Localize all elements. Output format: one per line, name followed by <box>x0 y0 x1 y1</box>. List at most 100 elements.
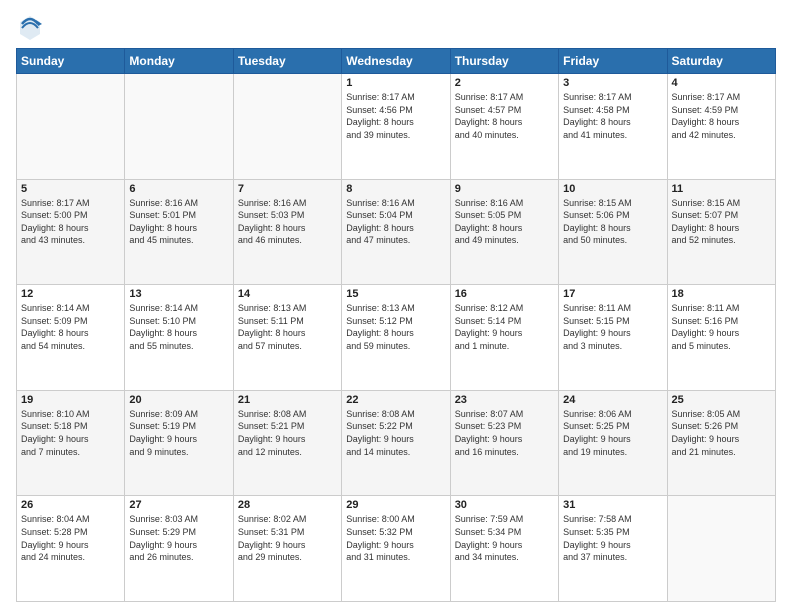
day-info: Sunrise: 8:16 AM Sunset: 5:04 PM Dayligh… <box>346 197 445 247</box>
day-header-thursday: Thursday <box>450 49 558 74</box>
calendar-cell: 9 Sunrise: 8:16 AM Sunset: 5:05 PM Daylig… <box>450 179 558 285</box>
day-number: 22 <box>346 394 445 406</box>
day-info: Sunrise: 8:17 AM Sunset: 5:00 PM Dayligh… <box>21 197 120 247</box>
day-number: 13 <box>129 288 228 300</box>
day-info: Sunrise: 8:13 AM Sunset: 5:11 PM Dayligh… <box>238 302 337 352</box>
day-number: 27 <box>129 499 228 511</box>
day-info: Sunrise: 8:00 AM Sunset: 5:32 PM Dayligh… <box>346 513 445 563</box>
day-info: Sunrise: 8:08 AM Sunset: 5:22 PM Dayligh… <box>346 408 445 458</box>
day-info: Sunrise: 8:08 AM Sunset: 5:21 PM Dayligh… <box>238 408 337 458</box>
calendar-cell: 31 Sunrise: 7:58 AM Sunset: 5:35 PM Dayli… <box>559 496 667 602</box>
calendar-cell: 22 Sunrise: 8:08 AM Sunset: 5:22 PM Dayli… <box>342 390 450 496</box>
calendar-cell: 1Sunrise: 8:17 AM Sunset: 4:56 PM Daylig… <box>342 74 450 180</box>
calendar-cell: 24 Sunrise: 8:06 AM Sunset: 5:25 PM Dayli… <box>559 390 667 496</box>
calendar-cell: 7Sunrise: 8:16 AM Sunset: 5:03 PM Daylig… <box>233 179 341 285</box>
day-header-monday: Monday <box>125 49 233 74</box>
day-info: Sunrise: 8:05 AM Sunset: 5:26 PM Dayligh… <box>672 408 771 458</box>
day-number: 19 <box>21 394 120 406</box>
calendar-cell <box>667 496 775 602</box>
day-number: 30 <box>455 499 554 511</box>
day-info: Sunrise: 8:17 AM Sunset: 4:59 PM Dayligh… <box>672 91 771 141</box>
day-header-friday: Friday <box>559 49 667 74</box>
calendar-cell: 3 Sunrise: 8:17 AM Sunset: 4:58 PM Daylig… <box>559 74 667 180</box>
day-number: 18 <box>672 288 771 300</box>
calendar-cell: 25 Sunrise: 8:05 AM Sunset: 5:26 PM Dayli… <box>667 390 775 496</box>
day-number: 29 <box>346 499 445 511</box>
day-info: Sunrise: 7:59 AM Sunset: 5:34 PM Dayligh… <box>455 513 554 563</box>
calendar-week-5: 26 Sunrise: 8:04 AM Sunset: 5:28 PM Dayli… <box>17 496 776 602</box>
day-number: 14 <box>238 288 337 300</box>
header <box>16 12 776 40</box>
day-info: Sunrise: 7:58 AM Sunset: 5:35 PM Dayligh… <box>563 513 662 563</box>
calendar-cell: 2Sunrise: 8:17 AM Sunset: 4:57 PM Daylig… <box>450 74 558 180</box>
day-number: 15 <box>346 288 445 300</box>
calendar-cell: 20 Sunrise: 8:09 AM Sunset: 5:19 PM Dayli… <box>125 390 233 496</box>
day-number: 20 <box>129 394 228 406</box>
day-number: 4 <box>672 77 771 89</box>
calendar-cell: 14 Sunrise: 8:13 AM Sunset: 5:11 PM Dayli… <box>233 285 341 391</box>
day-number: 24 <box>563 394 662 406</box>
day-number: 21 <box>238 394 337 406</box>
day-number: 10 <box>563 183 662 195</box>
day-info: Sunrise: 8:17 AM Sunset: 4:56 PM Dayligh… <box>346 91 445 141</box>
day-number: 11 <box>672 183 771 195</box>
calendar-cell: 21 Sunrise: 8:08 AM Sunset: 5:21 PM Dayli… <box>233 390 341 496</box>
calendar-cell: 15 Sunrise: 8:13 AM Sunset: 5:12 PM Dayli… <box>342 285 450 391</box>
calendar-cell <box>125 74 233 180</box>
calendar-cell: 30 Sunrise: 7:59 AM Sunset: 5:34 PM Dayli… <box>450 496 558 602</box>
calendar-cell: 5 Sunrise: 8:17 AM Sunset: 5:00 PM Daylig… <box>17 179 125 285</box>
day-info: Sunrise: 8:13 AM Sunset: 5:12 PM Dayligh… <box>346 302 445 352</box>
calendar-cell: 13 Sunrise: 8:14 AM Sunset: 5:10 PM Dayli… <box>125 285 233 391</box>
day-header-saturday: Saturday <box>667 49 775 74</box>
logo <box>16 12 48 40</box>
day-number: 31 <box>563 499 662 511</box>
calendar-week-4: 19Sunrise: 8:10 AM Sunset: 5:18 PM Dayli… <box>17 390 776 496</box>
day-number: 28 <box>238 499 337 511</box>
day-header-tuesday: Tuesday <box>233 49 341 74</box>
day-info: Sunrise: 8:06 AM Sunset: 5:25 PM Dayligh… <box>563 408 662 458</box>
calendar-cell: 23Sunrise: 8:07 AM Sunset: 5:23 PM Dayli… <box>450 390 558 496</box>
calendar-cell: 17 Sunrise: 8:11 AM Sunset: 5:15 PM Dayli… <box>559 285 667 391</box>
calendar-cell <box>233 74 341 180</box>
day-info: Sunrise: 8:09 AM Sunset: 5:19 PM Dayligh… <box>129 408 228 458</box>
calendar-cell <box>17 74 125 180</box>
page: SundayMondayTuesdayWednesdayThursdayFrid… <box>0 0 792 612</box>
day-number: 25 <box>672 394 771 406</box>
day-number: 12 <box>21 288 120 300</box>
calendar-cell: 8 Sunrise: 8:16 AM Sunset: 5:04 PM Daylig… <box>342 179 450 285</box>
day-info: Sunrise: 8:16 AM Sunset: 5:03 PM Dayligh… <box>238 197 337 247</box>
day-number: 16 <box>455 288 554 300</box>
calendar-cell: 28Sunrise: 8:02 AM Sunset: 5:31 PM Dayli… <box>233 496 341 602</box>
calendar-cell: 11Sunrise: 8:15 AM Sunset: 5:07 PM Dayli… <box>667 179 775 285</box>
calendar-cell: 29 Sunrise: 8:00 AM Sunset: 5:32 PM Dayli… <box>342 496 450 602</box>
day-number: 9 <box>455 183 554 195</box>
calendar-table: SundayMondayTuesdayWednesdayThursdayFrid… <box>16 48 776 602</box>
calendar-cell: 4 Sunrise: 8:17 AM Sunset: 4:59 PM Daylig… <box>667 74 775 180</box>
day-number: 3 <box>563 77 662 89</box>
day-info: Sunrise: 8:16 AM Sunset: 5:01 PM Dayligh… <box>129 197 228 247</box>
day-info: Sunrise: 8:04 AM Sunset: 5:28 PM Dayligh… <box>21 513 120 563</box>
day-info: Sunrise: 8:12 AM Sunset: 5:14 PM Dayligh… <box>455 302 554 352</box>
day-info: Sunrise: 8:17 AM Sunset: 4:58 PM Dayligh… <box>563 91 662 141</box>
day-info: Sunrise: 8:15 AM Sunset: 5:06 PM Dayligh… <box>563 197 662 247</box>
calendar-cell: 18 Sunrise: 8:11 AM Sunset: 5:16 PM Dayli… <box>667 285 775 391</box>
calendar-cell: 10 Sunrise: 8:15 AM Sunset: 5:06 PM Dayli… <box>559 179 667 285</box>
calendar-cell: 16 Sunrise: 8:12 AM Sunset: 5:14 PM Dayli… <box>450 285 558 391</box>
day-number: 23 <box>455 394 554 406</box>
day-info: Sunrise: 8:03 AM Sunset: 5:29 PM Dayligh… <box>129 513 228 563</box>
calendar-header-row: SundayMondayTuesdayWednesdayThursdayFrid… <box>17 49 776 74</box>
calendar-cell: 26 Sunrise: 8:04 AM Sunset: 5:28 PM Dayli… <box>17 496 125 602</box>
calendar-cell: 6Sunrise: 8:16 AM Sunset: 5:01 PM Daylig… <box>125 179 233 285</box>
day-info: Sunrise: 8:16 AM Sunset: 5:05 PM Dayligh… <box>455 197 554 247</box>
day-info: Sunrise: 8:11 AM Sunset: 5:15 PM Dayligh… <box>563 302 662 352</box>
day-info: Sunrise: 8:14 AM Sunset: 5:09 PM Dayligh… <box>21 302 120 352</box>
logo-icon <box>16 12 44 40</box>
day-number: 5 <box>21 183 120 195</box>
day-number: 17 <box>563 288 662 300</box>
day-number: 26 <box>21 499 120 511</box>
day-number: 8 <box>346 183 445 195</box>
day-info: Sunrise: 8:14 AM Sunset: 5:10 PM Dayligh… <box>129 302 228 352</box>
calendar-cell: 19Sunrise: 8:10 AM Sunset: 5:18 PM Dayli… <box>17 390 125 496</box>
day-info: Sunrise: 8:11 AM Sunset: 5:16 PM Dayligh… <box>672 302 771 352</box>
day-header-sunday: Sunday <box>17 49 125 74</box>
